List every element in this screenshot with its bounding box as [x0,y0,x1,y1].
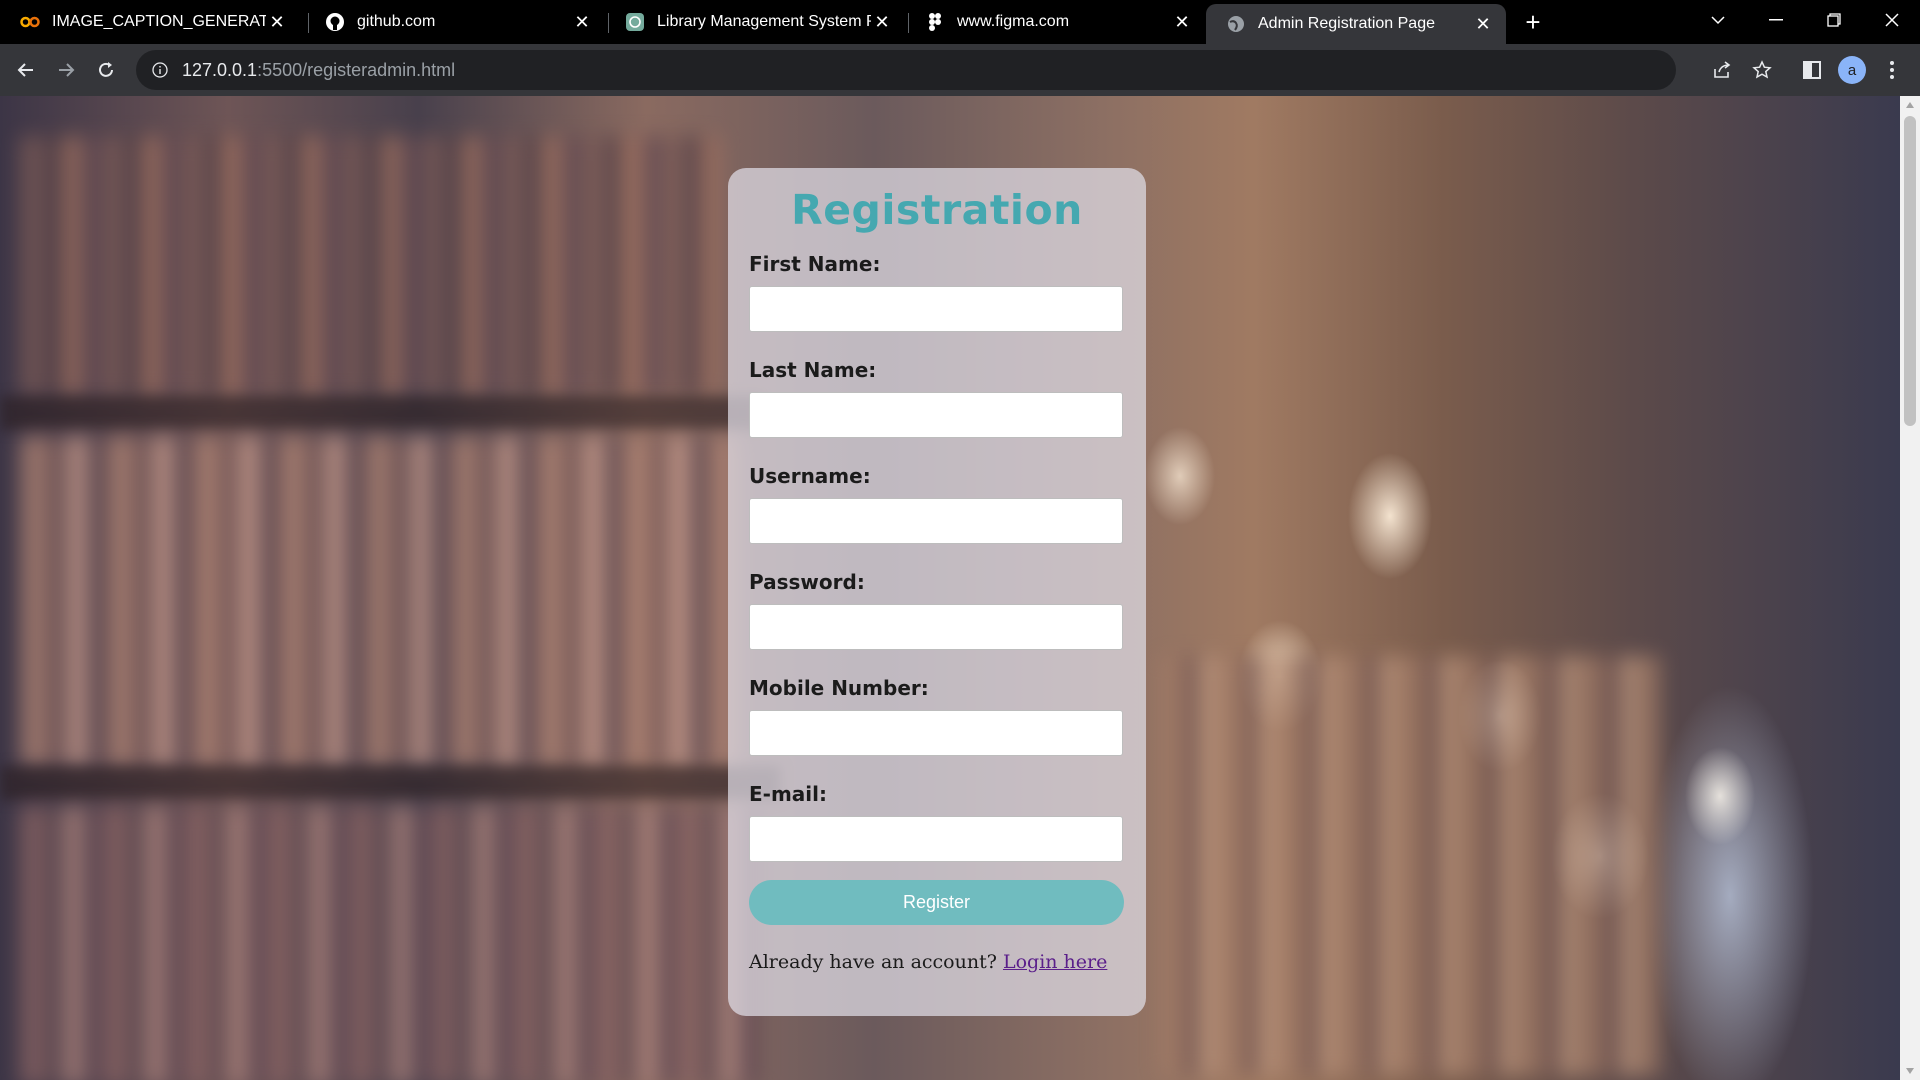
username-input[interactable] [749,498,1123,544]
figma-icon [925,12,945,32]
url-path: :5500/registeradmin.html [257,59,456,80]
browser-toolbar: 127.0.0.1:5500/registeradmin.html a [0,44,1920,96]
background-bookshelf [20,806,760,1080]
restore-icon[interactable] [1806,0,1862,40]
login-link[interactable]: Login here [1003,951,1107,973]
reload-icon[interactable] [90,54,122,86]
scroll-down-icon[interactable] [1906,1068,1914,1074]
address-bar[interactable]: 127.0.0.1:5500/registeradmin.html [136,50,1676,90]
scrollbar-thumb[interactable] [1904,116,1916,426]
register-button[interactable]: Register [749,880,1124,925]
login-prompt: Already have an account? Login here [749,951,1125,973]
tab-search-icon[interactable] [1690,0,1746,40]
page-scrollbar[interactable] [1900,96,1920,1080]
form-title: Registration [791,186,1083,234]
tab-github[interactable]: github.com ✕ [305,0,605,44]
page-background: Registration First Name: Last Name: User… [0,96,1900,1080]
chatgpt-icon [625,12,645,32]
url-host: 127.0.0.1 [182,59,258,80]
close-icon[interactable]: ✕ [571,11,593,33]
side-panel-icon[interactable] [1796,54,1828,86]
close-icon[interactable]: ✕ [1472,13,1494,35]
tab-title: Library Management System Pur [657,13,871,30]
close-icon[interactable]: ✕ [266,11,288,33]
email-input[interactable] [749,816,1123,862]
share-icon[interactable] [1706,54,1738,86]
username-label: Username: [749,464,871,488]
mobile-number-label: Mobile Number: [749,676,929,700]
first-name-label: First Name: [749,252,881,276]
background-shelf [0,396,760,430]
registration-form: Registration First Name: Last Name: User… [728,168,1146,1016]
password-input[interactable] [749,604,1123,650]
scroll-up-icon[interactable] [1906,102,1914,108]
bookmark-star-icon[interactable] [1746,54,1778,86]
tab-admin-registration[interactable]: Admin Registration Page ✕ [1206,4,1506,44]
tab-title: IMAGE_CAPTION_GENERATOR.ip [52,13,266,30]
menu-kebab-icon[interactable] [1876,54,1908,86]
tab-title: Admin Registration Page [1258,15,1435,32]
github-icon [325,12,345,32]
back-icon[interactable] [10,54,42,86]
site-info-icon[interactable] [150,60,170,80]
forward-icon[interactable] [50,54,82,86]
background-bookshelf [1160,656,1660,1076]
new-tab-button[interactable]: + [1520,9,1546,35]
globe-icon [1226,14,1246,34]
tab-colab[interactable]: IMAGE_CAPTION_GENERATOR.ip ✕ [0,0,300,44]
mobile-number-input[interactable] [749,710,1123,756]
last-name-label: Last Name: [749,358,877,382]
background-bookshelf [20,436,740,766]
url-text: 127.0.0.1:5500/registeradmin.html [182,60,455,81]
tab-title: github.com [357,13,436,30]
tab-figma[interactable]: www.figma.com ✕ [905,0,1205,44]
background-bookshelf [20,136,720,396]
login-prompt-text: Already have an account? [749,951,997,973]
last-name-input[interactable] [749,392,1123,438]
tab-title: www.figma.com [957,13,1070,30]
profile-avatar[interactable]: a [1838,56,1866,84]
password-label: Password: [749,570,865,594]
email-label: E-mail: [749,782,828,806]
close-icon[interactable]: ✕ [1171,11,1193,33]
close-icon[interactable]: ✕ [871,11,893,33]
colab-icon [20,12,40,32]
close-window-icon[interactable] [1864,0,1920,40]
tab-strip: IMAGE_CAPTION_GENERATOR.ip ✕ github.com … [0,0,1920,44]
first-name-input[interactable] [749,286,1123,332]
background-shelf [0,766,780,800]
tab-chatgpt[interactable]: Library Management System Pur ✕ [605,0,905,44]
minimize-icon[interactable] [1748,0,1804,40]
